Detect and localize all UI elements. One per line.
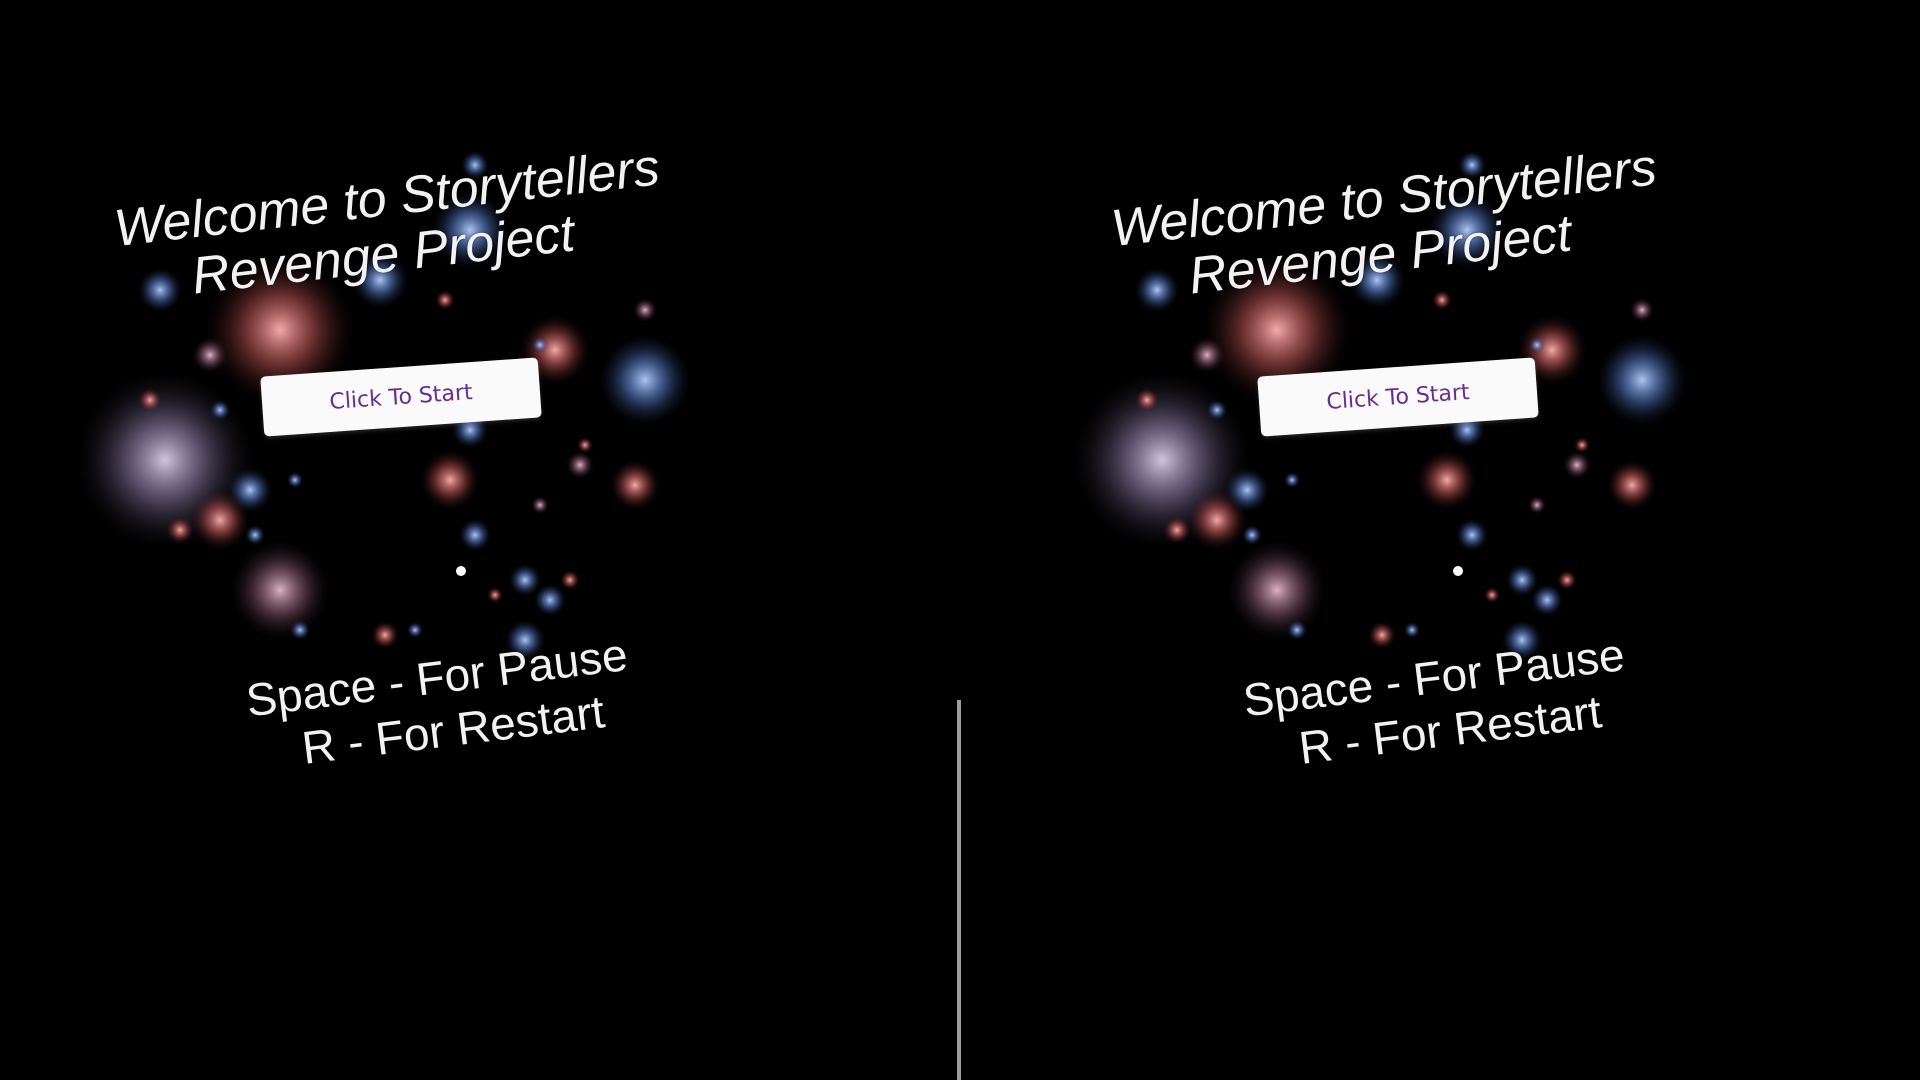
right-eye-view: Welcome to Storytellers Revenge Project …: [997, 0, 1920, 1080]
stereo-divider: [957, 700, 961, 1080]
left-eye-view: Welcome to Storytellers Revenge Project …: [0, 0, 958, 1080]
gaze-reticle: [456, 566, 466, 576]
gaze-reticle: [1453, 566, 1463, 576]
